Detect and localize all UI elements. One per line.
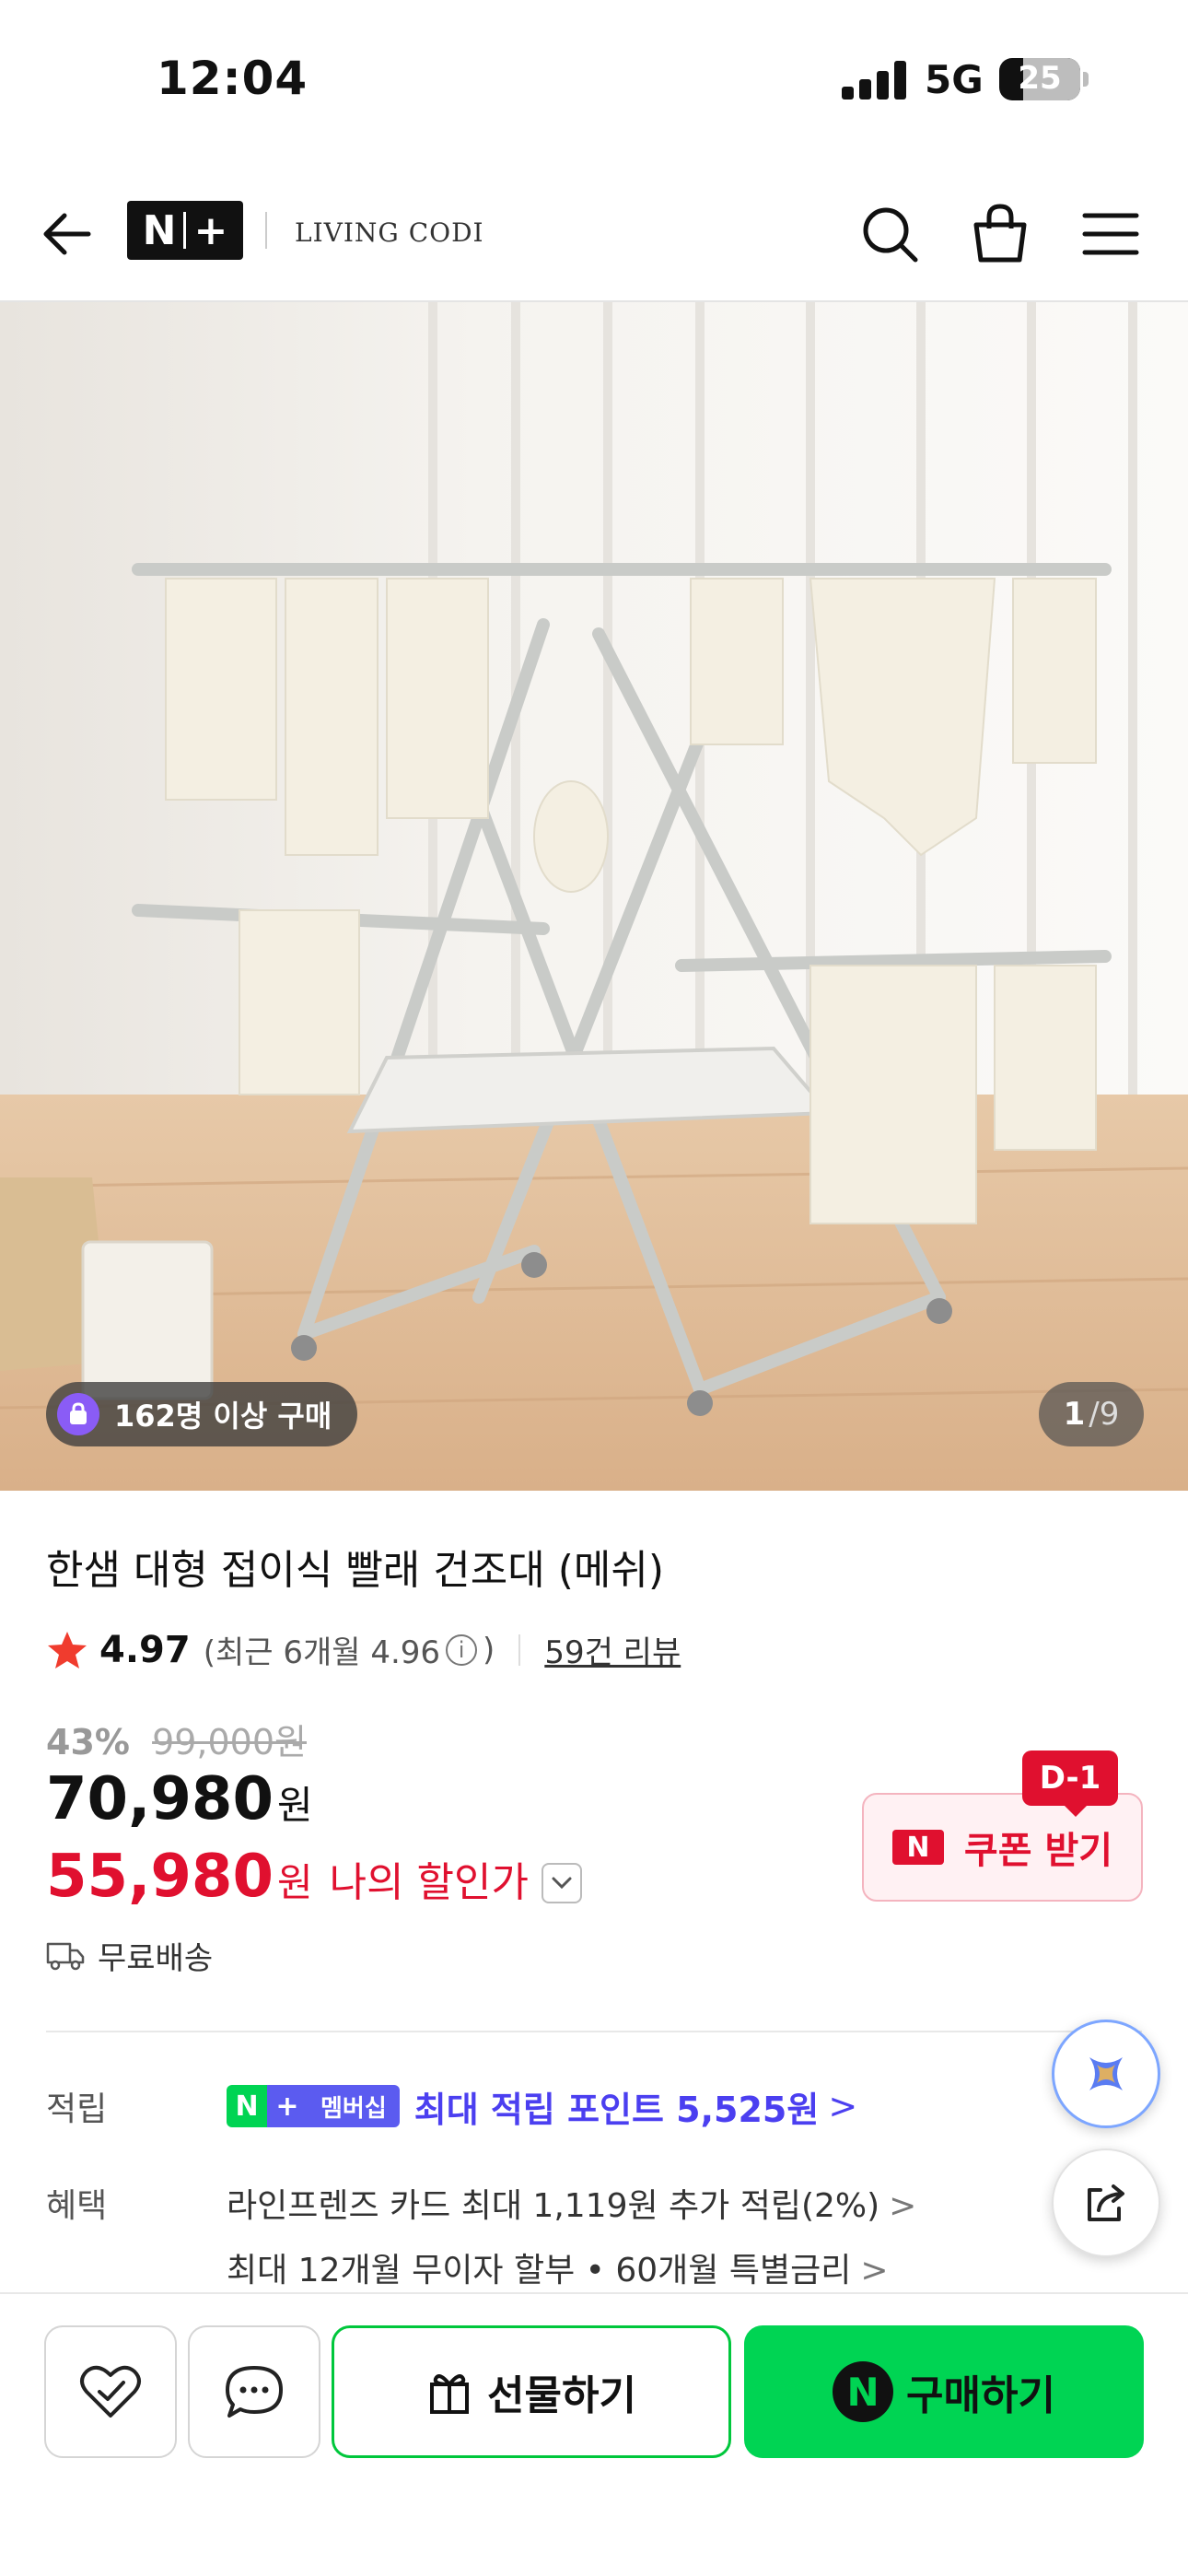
gift-label: 선물하기 [487,2372,636,2419]
menu-icon[interactable] [1077,201,1144,267]
product-title: 한샘 대형 접이식 빨래 건조대 (메쉬) [46,1547,664,1594]
benefit-card-item[interactable]: 라인프렌즈 카드 최대 1,119원 추가 적립(2%) > [227,2174,916,2239]
network-label: 5G [925,57,984,102]
chevron-right-icon: > [889,2187,917,2225]
shipping-label: 무료배송 [98,1940,214,1977]
search-icon[interactable] [856,201,923,267]
bottom-action-bar: 선물하기 N 구매하기 [0,2292,1188,2576]
price-row: 70,980원 [46,1765,313,1833]
star-icon [48,1631,87,1669]
nav-bar: N + LIVING CODI [0,166,1188,302]
nav-divider [265,212,267,249]
buyers-count: 162명 이상 구매 [114,1399,332,1434]
share-button[interactable] [1052,2149,1160,2257]
chevron-right-icon: > [860,2252,889,2289]
chat-bubble-icon [226,2366,283,2418]
review-count-link[interactable]: 59건 리뷰 [544,1627,681,1672]
original-price: 99,000원 [152,1722,307,1762]
status-time: 12:04 [157,52,309,105]
product-image-carousel[interactable]: 162명 이상 구매 1 /9 [0,302,1188,1491]
naver-pay-icon: N [833,2361,894,2422]
benefits-label: 혜택 [46,2187,108,2225]
points-row[interactable]: 적립 N + 멤버십 최대 적립 포인트 5,525원 > [46,2078,1059,2134]
nplus-logo[interactable]: N + [127,201,243,260]
buy-now-button[interactable]: N 구매하기 [744,2325,1144,2458]
benefits-row: 혜택 라인프렌즈 카드 최대 1,119원 추가 적립(2%) > 최대 12개월… [46,2174,1022,2303]
share-icon [1088,2184,1124,2221]
battery-icon: 25 [999,58,1080,100]
ai-sparkle-icon [1089,2057,1123,2090]
max-points-text: 최대 적립 포인트 5,525원 [413,2089,820,2130]
my-discount-price: 55,980 [46,1843,274,1911]
rating-score: 4.97 [99,1628,191,1671]
gift-icon [430,2374,470,2414]
benefit-card-text: 라인프렌즈 카드 최대 1,119원 추가 적립(2%) [227,2187,880,2225]
page-current: 1 [1063,1396,1086,1433]
sale-price: 70,980 [46,1765,274,1833]
my-discount-label: 나의 할인가 [329,1859,529,1906]
badge-n: N [227,2085,267,2127]
battery-tip [1083,72,1089,87]
product-photo [0,302,1188,1491]
info-icon[interactable]: i [446,1633,478,1666]
nplus-membership-badge: N + 멤버십 [227,2085,400,2127]
my-discount-price-unit: 원 [276,1860,313,1905]
cart-icon[interactable] [967,201,1033,267]
talk-inquiry-button[interactable] [188,2325,320,2458]
buy-label: 구매하기 [906,2372,1055,2419]
page-total: /9 [1089,1396,1120,1433]
rating-recent-close: ) [483,1631,495,1669]
coupon-label: 쿠폰 받기 [963,1830,1113,1872]
signal-icon [842,61,906,100]
rating-recent: (최근 6개월 4.96 [203,1634,441,1671]
rating-row: 4.97 (최근 6개월 4.96 i ) 59건 리뷰 [46,1627,681,1672]
benefit-installment-text: 최대 12개월 무이자 할부 • 60개월 특별금리 [227,2252,852,2289]
my-price-row[interactable]: 55,980 원 나의 할인가 [46,1843,582,1911]
image-page-counter: 1 /9 [1039,1382,1144,1446]
badge-membership: 멤버십 [308,2085,400,2127]
chevron-down-icon[interactable] [542,1863,582,1903]
back-arrow-icon[interactable] [37,205,96,263]
store-name[interactable]: LIVING CODI [295,217,484,248]
gift-button[interactable]: 선물하기 [332,2325,731,2458]
status-bar: 12:04 5G 25 [0,0,1188,166]
shipping-row: 무료배송 [46,1933,213,1978]
coupon-download-button[interactable]: N 쿠폰 받기 [862,1793,1143,1902]
heart-check-icon [80,2365,141,2418]
battery-level: 25 [1018,60,1062,97]
points-label: 적립 [46,2090,108,2128]
rating-divider [518,1633,521,1666]
buyers-badge: 162명 이상 구매 [46,1382,358,1446]
ai-assistant-button[interactable] [1052,2020,1160,2128]
naver-n-icon: N [891,1830,944,1865]
shopping-bag-icon [57,1393,99,1435]
truck-icon [46,1942,85,1970]
discount-row: 43% 99,000원 [46,1714,307,1764]
badge-plus: + [267,2085,308,2127]
discount-rate: 43% [46,1722,130,1762]
wishlist-button[interactable] [44,2325,177,2458]
chevron-right-icon: > [828,2086,858,2126]
sale-price-unit: 원 [276,1783,313,1828]
dday-badge: D-1 [1022,1751,1118,1817]
section-divider [46,2031,1142,2032]
